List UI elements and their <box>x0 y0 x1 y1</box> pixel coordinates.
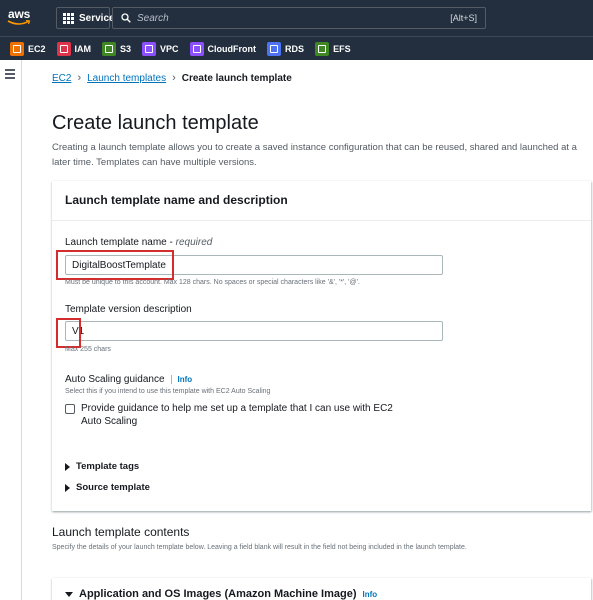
favorites-bar: EC2 IAM S3 VPC CloudFront RDS EFS <box>0 36 593 60</box>
template-name-hint: Must be unique to this account. Max 128 … <box>65 279 360 286</box>
source-template-label: Source template <box>76 482 150 493</box>
version-description-input[interactable] <box>65 321 443 341</box>
aws-smile-icon <box>7 20 31 25</box>
search-input[interactable] <box>137 12 417 24</box>
ami-section-title: Application and OS Images (Amazon Machin… <box>79 588 357 600</box>
side-navigation-rail <box>0 60 22 600</box>
search-icon <box>121 13 131 23</box>
source-template-expander[interactable]: Source template <box>65 482 150 493</box>
template-name-label-text: Launch template name <box>65 237 167 248</box>
highlight-box <box>56 318 81 348</box>
favorite-label: IAM <box>74 43 92 54</box>
page-description: Creating a launch template allows you to… <box>52 142 577 168</box>
caret-right-icon <box>65 483 70 492</box>
version-description-hint: Max 255 chars <box>65 346 111 353</box>
chevron-right-icon: › <box>172 72 176 84</box>
auto-scaling-checkbox[interactable] <box>65 404 75 414</box>
rds-icon <box>267 41 282 56</box>
aws-logo-text: aws <box>8 7 31 21</box>
highlight-box <box>56 250 174 280</box>
vpc-icon <box>142 41 157 56</box>
favorite-vpc[interactable]: VPC <box>142 41 179 56</box>
favorite-ec2[interactable]: EC2 <box>10 41 46 56</box>
auto-scaling-hint: Select this if you intend to use this te… <box>65 388 271 395</box>
favorite-cloudfront[interactable]: CloudFront <box>189 41 257 56</box>
favorite-label: EFS <box>333 43 351 54</box>
info-link[interactable]: Info <box>363 590 378 599</box>
top-navigation-bar: aws Services [Alt+S] <box>0 0 593 36</box>
chevron-right-icon: › <box>77 72 82 84</box>
favorite-iam[interactable]: IAM <box>56 41 92 56</box>
ec2-icon <box>10 41 24 56</box>
page-title: Create launch template <box>52 112 259 134</box>
auto-scaling-guidance-text: Auto Scaling guidance <box>65 374 165 385</box>
hamburger-menu-icon[interactable] <box>5 69 15 79</box>
favorite-label: EC2 <box>28 43 46 54</box>
favorite-label: VPC <box>160 43 179 54</box>
name-description-card: Launch template name and description Lau… <box>52 181 591 511</box>
template-tags-expander[interactable]: Template tags <box>65 461 139 472</box>
favorite-label: CloudFront <box>207 43 257 54</box>
s3-icon <box>102 41 117 56</box>
favorite-s3[interactable]: S3 <box>102 41 132 56</box>
template-tags-label: Template tags <box>76 461 140 472</box>
cloudfront-icon <box>189 41 204 56</box>
favorite-label: S3 <box>120 43 132 54</box>
caret-down-icon <box>65 591 73 597</box>
caret-right-icon <box>65 462 70 471</box>
aws-logo[interactable]: aws <box>6 6 34 30</box>
launch-template-contents-title: Launch template contents <box>52 525 190 539</box>
ami-section-header[interactable]: Application and OS Images (Amazon Machin… <box>65 588 377 600</box>
favorite-label: RDS <box>285 43 305 54</box>
required-marker: required <box>175 237 213 248</box>
breadcrumb-launch-templates-link[interactable]: Launch templates <box>87 73 166 84</box>
launch-template-contents-description: Specify the details of your launch templ… <box>52 544 467 551</box>
iam-icon <box>56 41 71 56</box>
breadcrumb: EC2 › Launch templates › Create launch t… <box>52 72 292 84</box>
search-box[interactable]: [Alt+S] <box>112 7 486 29</box>
info-link[interactable]: Info <box>170 375 193 384</box>
template-name-label: Launch template name - required <box>65 237 213 248</box>
auto-scaling-checkbox-label[interactable]: Provide guidance to help me set up a tem… <box>81 402 411 428</box>
services-grid-icon <box>63 12 74 24</box>
version-description-label: Template version description <box>65 304 192 315</box>
efs-icon <box>315 41 330 56</box>
favorite-efs[interactable]: EFS <box>315 41 351 56</box>
auto-scaling-guidance-label: Auto Scaling guidance Info <box>65 374 193 385</box>
services-menu-button[interactable]: Services <box>56 7 120 29</box>
card-title: Launch template name and description <box>52 181 591 221</box>
favorite-rds[interactable]: RDS <box>267 41 305 56</box>
breadcrumb-ec2-link[interactable]: EC2 <box>52 73 71 84</box>
search-shortcut-hint: [Alt+S] <box>450 13 477 23</box>
ami-section-card: Application and OS Images (Amazon Machin… <box>52 578 591 600</box>
breadcrumb-current: Create launch template <box>181 72 292 84</box>
